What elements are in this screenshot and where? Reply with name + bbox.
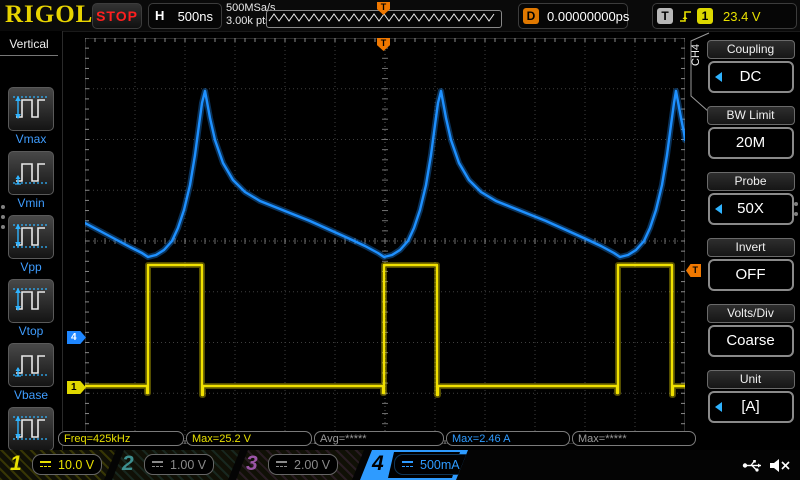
trigger-label-badge: T bbox=[657, 8, 673, 24]
left-menu-title: Vertical bbox=[0, 37, 58, 56]
softmenu-probe[interactable]: Probe 50X bbox=[706, 172, 795, 225]
channel-scale: 10.0 V bbox=[58, 458, 94, 472]
menu-item-vtop[interactable]: Vtop bbox=[8, 279, 54, 338]
horizontal-timebase-box[interactable]: H 500ns bbox=[148, 3, 222, 29]
dc-coupling-icon bbox=[152, 460, 165, 469]
bw-limit-icon: B bbox=[465, 457, 478, 472]
usb-icon bbox=[742, 459, 764, 472]
softmenu-label: Invert bbox=[707, 238, 795, 257]
menu-scroll-dots bbox=[1, 199, 5, 235]
channel-number: 1 bbox=[10, 452, 22, 476]
option-arrow-icon bbox=[715, 72, 722, 82]
trigger-source-badge: 1 bbox=[697, 8, 713, 24]
channel-scale: 2.00 V bbox=[294, 458, 330, 472]
top-status-bar: RIGOL STOP H 500ns 500MSa/s 3.00k pts T … bbox=[0, 0, 800, 32]
softmenu-value[interactable]: [A] bbox=[708, 391, 794, 423]
channel-scale-pill: 2.00 V bbox=[268, 454, 338, 475]
right-menu-tab-ch4: CH4 bbox=[690, 52, 704, 92]
softmenu-volts-div[interactable]: Volts/Div Coarse bbox=[706, 304, 795, 357]
channel-number: 3 bbox=[246, 452, 258, 476]
option-arrow-icon bbox=[715, 402, 722, 412]
channel-2-status[interactable]: 2 1.00 V bbox=[112, 450, 240, 480]
softmenu-label: Volts/Div bbox=[707, 304, 795, 323]
vamp-measure-icon[interactable] bbox=[8, 407, 54, 451]
channel-scale-pill: 10.0 V bbox=[32, 454, 102, 475]
channel-4-status[interactable]: 4 500mA B bbox=[360, 450, 468, 480]
softmenu-coupling[interactable]: Coupling DC bbox=[706, 40, 795, 93]
measurement-readout-2[interactable]: Max=25.2 V bbox=[186, 431, 312, 446]
dc-coupling-icon bbox=[276, 460, 289, 469]
delay-box[interactable]: D 0.00000000ps bbox=[518, 3, 628, 29]
channel-3-status[interactable]: 3 2.00 V bbox=[236, 450, 364, 480]
menu-item-vmin[interactable]: Vmin bbox=[8, 151, 54, 210]
option-arrow-icon bbox=[715, 204, 722, 214]
menu-item-vpp[interactable]: Vpp bbox=[8, 215, 54, 274]
right-menu-scroll-dots bbox=[794, 196, 798, 222]
menu-item-label: Vmax bbox=[8, 132, 54, 146]
vmax-measure-icon[interactable] bbox=[8, 87, 54, 131]
channel-scale-pill: 500mA B bbox=[394, 454, 486, 475]
measurement-readout-5[interactable]: Max=***** bbox=[572, 431, 696, 446]
softmenu-label: Unit bbox=[707, 370, 795, 389]
channel-scale-pill: 1.00 V bbox=[144, 454, 214, 475]
horizontal-label: H bbox=[155, 8, 164, 23]
vpp-measure-icon[interactable] bbox=[8, 215, 54, 259]
trigger-level-value: 23.4 V bbox=[723, 9, 761, 24]
softmenu-bw-limit[interactable]: BW Limit 20M bbox=[706, 106, 795, 159]
menu-item-label: Vtop bbox=[8, 324, 54, 338]
softmenu-value[interactable]: 20M bbox=[708, 127, 794, 159]
dc-coupling-icon bbox=[40, 460, 53, 469]
trigger-slope-icon bbox=[678, 8, 694, 24]
dc-coupling-icon bbox=[402, 460, 415, 469]
channel-number: 4 bbox=[372, 452, 384, 476]
softmenu-value[interactable]: 50X bbox=[708, 193, 794, 225]
menu-item-vbase[interactable]: Vbase bbox=[8, 343, 54, 402]
channel-status-bar: 1 10.0 V 2 1.00 V 3 2.00 V 4 500mA B bbox=[0, 450, 800, 480]
softmenu-label: Probe bbox=[707, 172, 795, 191]
ch4-zero-level-marker[interactable]: 4 bbox=[67, 331, 86, 344]
ch1-zero-level-marker[interactable]: 1 bbox=[67, 381, 86, 394]
delay-label-badge: D bbox=[523, 8, 539, 24]
measurement-readout-3[interactable]: Avg=***** bbox=[314, 431, 444, 446]
waveform-display bbox=[85, 38, 685, 444]
trigger-status-box[interactable]: T 1 23.4 V bbox=[652, 3, 797, 29]
softmenu-value[interactable]: OFF bbox=[708, 259, 794, 291]
rigol-logo: RIGOL bbox=[5, 1, 93, 29]
run-state-indicator[interactable]: STOP bbox=[92, 3, 142, 29]
softmenu-label: BW Limit bbox=[707, 106, 795, 125]
channel-number: 2 bbox=[122, 452, 134, 476]
softmenu-value[interactable]: Coarse bbox=[708, 325, 794, 357]
trigger-level-marker[interactable]: T bbox=[686, 264, 701, 277]
channel-1-status[interactable]: 1 10.0 V bbox=[0, 450, 116, 480]
channel-scale: 1.00 V bbox=[170, 458, 206, 472]
measurement-readout-4[interactable]: Max=2.46 A bbox=[446, 431, 570, 446]
menu-item-label: Vbase bbox=[8, 388, 54, 402]
vtop-measure-icon[interactable] bbox=[8, 279, 54, 323]
measurement-readout-1[interactable]: Freq=425kHz bbox=[58, 431, 184, 446]
vmin-measure-icon[interactable] bbox=[8, 151, 54, 195]
menu-item-vmax[interactable]: Vmax bbox=[8, 87, 54, 146]
menu-item-label: Vpp bbox=[8, 260, 54, 274]
vbase-measure-icon[interactable] bbox=[8, 343, 54, 387]
vertical-measure-menu: Vertical Vmax Vmin bbox=[0, 31, 63, 450]
timebase-value: 500ns bbox=[178, 9, 213, 24]
softmenu-unit[interactable]: Unit [A] bbox=[706, 370, 795, 423]
softmenu-label: Coupling bbox=[707, 40, 795, 59]
delay-value: 0.00000000ps bbox=[547, 9, 629, 24]
speaker-muted-icon bbox=[768, 457, 792, 474]
menu-item-label: Vmin bbox=[8, 196, 54, 210]
softmenu-invert[interactable]: Invert OFF bbox=[706, 238, 795, 291]
softmenu-value[interactable]: DC bbox=[708, 61, 794, 93]
channel-scale: 500mA bbox=[420, 458, 460, 472]
